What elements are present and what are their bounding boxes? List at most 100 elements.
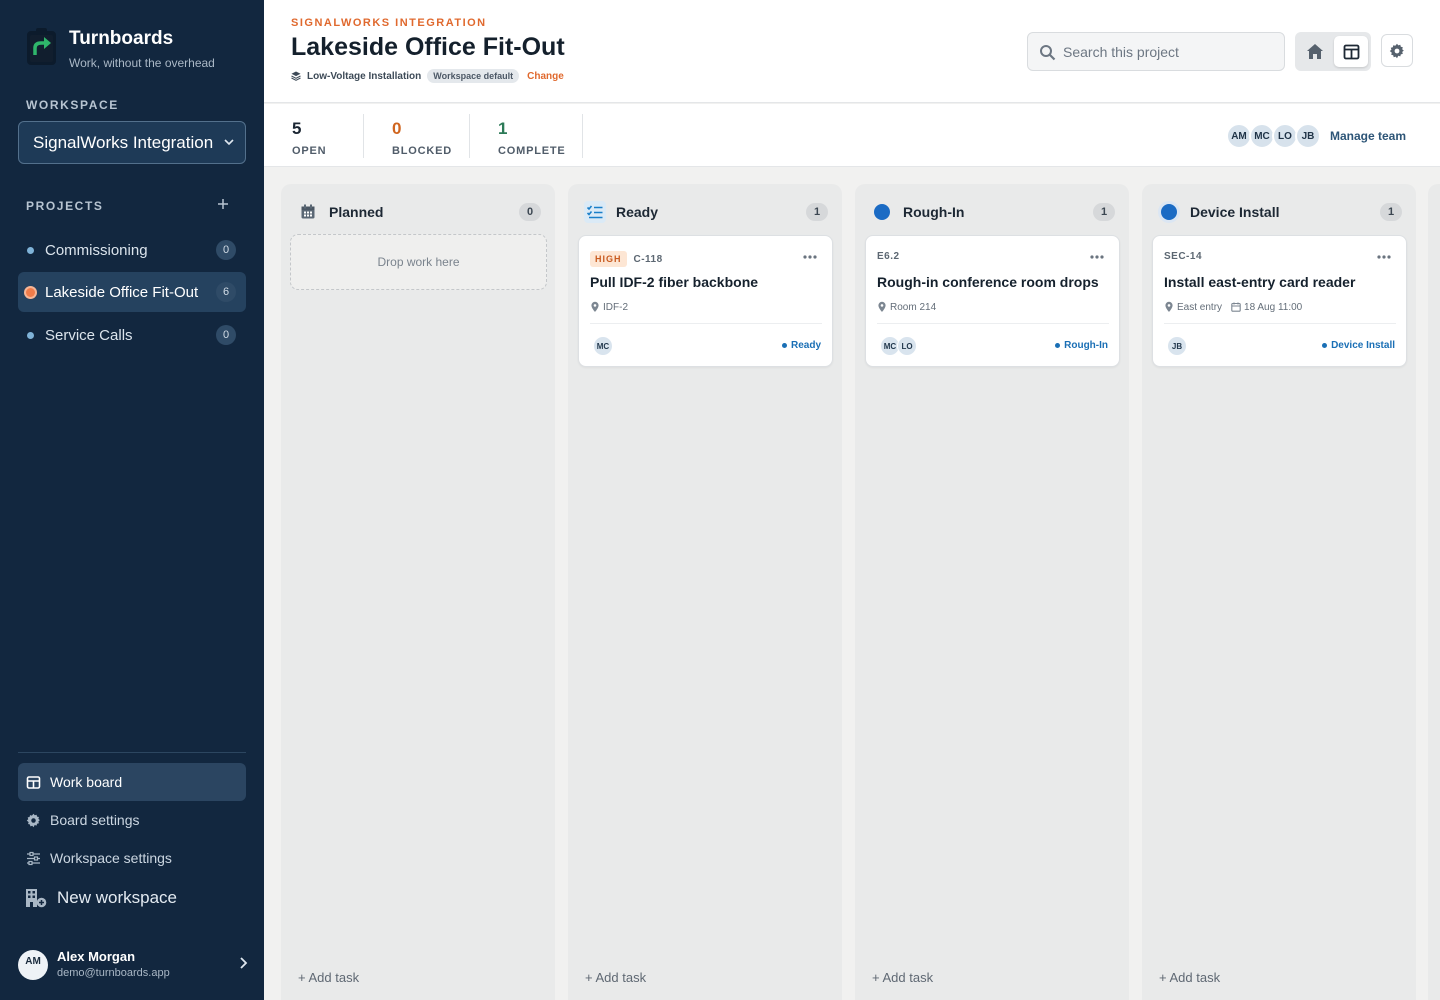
nav-work-board[interactable]: Work board xyxy=(18,763,246,801)
avatar[interactable]: JB xyxy=(1294,123,1321,149)
location-pin-icon xyxy=(1165,301,1173,312)
view-toggle xyxy=(1295,32,1371,71)
status-label: Ready xyxy=(790,340,821,351)
page-header: SIGNALWORKS INTEGRATION Lakeside Office … xyxy=(264,0,1440,103)
column-title: Device Install xyxy=(1190,204,1280,220)
nav-workspace-settings[interactable]: Workspace settings xyxy=(18,839,246,877)
search-box xyxy=(1027,32,1285,71)
page-title: Lakeside Office Fit-Out xyxy=(291,33,565,61)
avatar: AM xyxy=(18,950,48,980)
settings-button[interactable] xyxy=(1381,34,1413,67)
chevron-down-icon xyxy=(224,139,234,146)
task-code: SEC-14 xyxy=(1164,251,1203,262)
card-assignees: MC xyxy=(593,336,613,356)
workspace-eyebrow: SIGNALWORKS INTEGRATION xyxy=(291,17,487,29)
stat-label: COMPLETE xyxy=(498,145,566,157)
workspace-select-value: SignalWorks Integration xyxy=(33,132,214,152)
add-task-button[interactable]: + Add task xyxy=(1159,970,1220,985)
task-title: Rough-in conference room drops xyxy=(877,274,1099,290)
add-task-button[interactable]: + Add task xyxy=(298,970,359,985)
sidebar-divider xyxy=(18,752,246,753)
building-plus-icon xyxy=(26,889,47,908)
card-divider xyxy=(877,323,1109,324)
task-code: E6.2 xyxy=(877,251,900,262)
column-header: Planned 0 xyxy=(281,184,555,234)
project-count: 0 xyxy=(216,325,236,345)
card-divider xyxy=(1164,323,1396,324)
project-label: Commissioning xyxy=(45,241,148,259)
nav-label: Work board xyxy=(50,774,123,790)
project-dot xyxy=(27,247,34,254)
gear-icon xyxy=(26,813,40,828)
board-view-button[interactable] xyxy=(1334,36,1368,67)
home-view-button[interactable] xyxy=(1298,36,1332,67)
card-assignees: JB xyxy=(1167,336,1187,356)
board-column-planned: Planned 0 Drop work here + Add task xyxy=(281,184,555,1000)
task-title: Install east-entry card reader xyxy=(1164,274,1356,290)
card-divider xyxy=(590,323,822,324)
add-task-button[interactable]: + Add task xyxy=(872,970,933,985)
add-task-button[interactable]: + Add task xyxy=(585,970,646,985)
task-card[interactable]: HIGH C-118 Pull IDF-2 fiber backbone IDF… xyxy=(578,235,833,367)
column-count: 1 xyxy=(806,203,828,221)
stats-bar: 5 OPEN 0 BLOCKED 1 COMPLETE AM MC LO JB … xyxy=(264,104,1440,167)
stat-value: 5 xyxy=(292,119,302,138)
user-menu[interactable]: AM Alex Morgan demo@turnboards.app xyxy=(18,948,250,982)
brand-name: Turnboards xyxy=(69,28,174,49)
clipboard-logo-icon xyxy=(27,28,56,65)
home-icon xyxy=(1307,44,1323,59)
status-dot xyxy=(1322,343,1328,348)
drop-zone[interactable]: Drop work here xyxy=(290,234,547,290)
brand-tagline: Work, without the overhead xyxy=(69,56,215,70)
task-meta: East entry 18 Aug 11:00 xyxy=(1164,301,1302,313)
column-count: 0 xyxy=(519,203,541,221)
add-project-icon[interactable] xyxy=(216,197,230,211)
sidebar: Turnboards Work, without the overhead WO… xyxy=(0,0,264,1000)
stat-value: 0 xyxy=(392,119,402,138)
task-location: East entry xyxy=(1177,301,1223,313)
location-pin-icon xyxy=(591,301,599,312)
sliders-icon xyxy=(27,851,40,866)
nav-board-settings[interactable]: Board settings xyxy=(18,801,246,839)
search-input[interactable] xyxy=(1063,43,1263,60)
project-dot xyxy=(27,332,34,339)
user-name: Alex Morgan xyxy=(57,949,136,964)
status-dot xyxy=(781,343,787,348)
project-item-service-calls[interactable]: Service Calls 0 xyxy=(18,315,246,355)
stat-divider xyxy=(469,114,470,158)
board-column-overflow xyxy=(1428,184,1440,1000)
status-badge: Ready xyxy=(781,340,821,351)
circle-icon xyxy=(1158,201,1180,223)
status-label: Rough-In xyxy=(1064,340,1108,351)
project-dot xyxy=(26,288,35,297)
task-card[interactable]: SEC-14 Install east-entry card reader Ea… xyxy=(1152,235,1407,367)
column-header: Device Install 1 xyxy=(1142,184,1416,234)
stat-label: OPEN xyxy=(292,145,327,157)
task-title: Pull IDF-2 fiber backbone xyxy=(590,274,759,290)
task-card[interactable]: E6.2 Rough-in conference room drops Room… xyxy=(865,235,1120,367)
more-icon[interactable] xyxy=(1089,254,1105,260)
layers-icon xyxy=(291,71,301,81)
card-header: HIGH C-118 xyxy=(590,251,663,267)
priority-badge: HIGH xyxy=(590,251,627,267)
stat-divider xyxy=(582,114,583,158)
workspace-select[interactable]: SignalWorks Integration xyxy=(18,121,246,164)
card-header: E6.2 xyxy=(877,251,900,262)
brand[interactable]: Turnboards Work, without the overhead xyxy=(26,26,215,70)
projects-label: PROJECTS xyxy=(26,199,104,213)
project-item-lakeside-office-fit-out[interactable]: Lakeside Office Fit-Out 6 xyxy=(18,272,246,312)
column-header: Rough-In 1 xyxy=(855,184,1129,234)
project-label: Service Calls xyxy=(45,326,133,344)
nav-label: Workspace settings xyxy=(50,850,172,866)
change-board-type-link[interactable]: Change xyxy=(527,71,564,82)
project-label: Lakeside Office Fit-Out xyxy=(45,283,199,301)
nav-new-workspace[interactable]: New workspace xyxy=(18,879,246,917)
more-icon[interactable] xyxy=(1376,254,1392,260)
manage-team-link[interactable]: Manage team xyxy=(1330,129,1406,143)
board-column-device-install: Device Install 1 SEC-14 Install east-ent… xyxy=(1142,184,1416,1000)
calendar-icon xyxy=(1231,302,1241,312)
project-item-commissioning[interactable]: Commissioning 0 xyxy=(18,230,246,270)
workspace-label: WORKSPACE xyxy=(26,98,119,112)
status-label: Device Install xyxy=(1331,340,1395,351)
more-icon[interactable] xyxy=(802,254,818,260)
